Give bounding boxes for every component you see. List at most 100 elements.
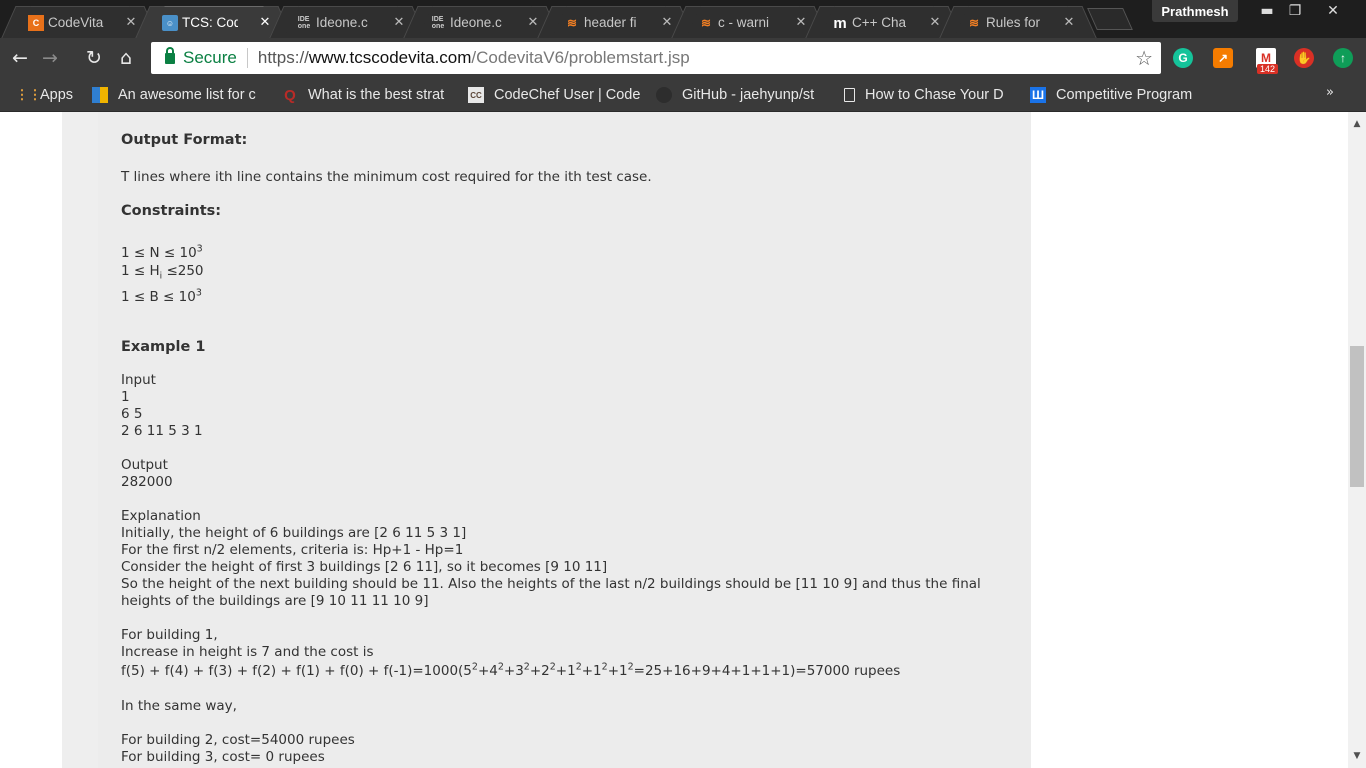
- address-bar[interactable]: Secure https:// www.tcscodevita.com /Cod…: [151, 42, 1161, 74]
- profile-button[interactable]: Prathmesh: [1152, 0, 1238, 22]
- bookmark-awesome-list[interactable]: An awesome list for c: [92, 85, 264, 105]
- formula-part: +1: [581, 663, 602, 679]
- input-label: Input: [121, 372, 156, 388]
- output-value: 282000: [121, 474, 173, 490]
- adblock-icon[interactable]: ✋: [1294, 48, 1314, 68]
- constraint-b: 1 ≤ B ≤ 103: [121, 287, 202, 306]
- bookmark-codechef[interactable]: CC CodeChef User | Code: [468, 85, 640, 105]
- bookmark-competitive-programming[interactable]: Ш Competitive Program: [1030, 85, 1202, 105]
- home-icon[interactable]: ⌂: [114, 46, 138, 70]
- reload-icon[interactable]: ↻: [82, 46, 106, 70]
- stackoverflow-icon: ≋: [566, 16, 578, 30]
- gmail-unread-badge: 142: [1257, 64, 1279, 74]
- explanation-label: Explanation: [121, 508, 201, 524]
- forward-icon[interactable]: →: [38, 46, 62, 70]
- tab-label: Ideone.c: [316, 15, 368, 30]
- medium-icon: m: [833, 14, 847, 32]
- input-line: 1: [121, 389, 130, 405]
- url-scheme: https://: [257, 48, 309, 67]
- bookmark-star-icon[interactable]: ☆: [1135, 46, 1153, 71]
- tab-ideone-2[interactable]: IDE one Ideone.c ✕: [418, 6, 546, 38]
- back-icon[interactable]: ←: [8, 46, 32, 70]
- stackoverflow-icon: ≋: [700, 16, 712, 30]
- browser-toolbar: ← → ↻ ⌂ Secure https:// www.tcscodevita.…: [0, 38, 1366, 79]
- formula-part: +4: [477, 663, 498, 679]
- page-viewport: Output Format: T lines where ith line co…: [0, 112, 1348, 768]
- tab-label: Rules for: [986, 15, 1041, 30]
- codevita-icon: C: [28, 15, 44, 31]
- input-line: 6 5: [121, 406, 143, 422]
- explanation-line: Initially, the height of 6 buildings are…: [121, 525, 467, 541]
- constraint-n-exponent: 3: [196, 243, 203, 255]
- scrollbar-thumb[interactable]: [1350, 346, 1364, 487]
- scroll-down-icon[interactable]: ▼: [1348, 748, 1366, 764]
- constraints-heading: Constraints:: [121, 203, 222, 219]
- page-scrollbar[interactable]: ▲ ▼: [1348, 112, 1366, 768]
- constraint-n: 1 ≤ N ≤ 103: [121, 243, 203, 262]
- bookmark-quora[interactable]: Q What is the best strat: [282, 85, 458, 105]
- u-icon: Ш: [1030, 87, 1046, 103]
- close-icon[interactable]: ✕: [258, 15, 272, 29]
- lock-icon: [165, 46, 175, 64]
- same-way-text: In the same way,: [121, 698, 237, 714]
- output-format-heading: Output Format:: [121, 132, 248, 148]
- url-path: /CodevitaV6/problemstart.jsp: [471, 48, 690, 67]
- omnibox-separator: [246, 48, 248, 68]
- bookmark-label: An awesome list for c: [118, 87, 256, 103]
- bookmark-label: CodeChef User | Code: [494, 87, 640, 103]
- close-icon[interactable]: ✕: [1062, 15, 1076, 29]
- apps-grid-icon: ⋮⋮⋮: [14, 87, 42, 102]
- building-1-formula: f(5) + f(4) + f(3) + f(2) + f(1) + f(0) …: [121, 662, 900, 680]
- new-tab-button[interactable]: [1087, 8, 1133, 30]
- building-1-increase: Increase in height is 7 and the cost is: [121, 644, 374, 660]
- analytics-extension-icon[interactable]: ↗: [1213, 48, 1233, 68]
- grammarly-icon[interactable]: G: [1173, 48, 1193, 68]
- tab-label: C++ Cha: [852, 15, 907, 30]
- tab-cpp-cheat[interactable]: m C++ Cha ✕: [820, 6, 948, 38]
- tab-ideone-1[interactable]: IDE one Ideone.c ✕: [284, 6, 412, 38]
- restore-icon[interactable]: ❐: [1280, 0, 1310, 22]
- tab-rules[interactable]: ≋ Rules for ✕: [954, 6, 1082, 38]
- constraint-h-text: 1 ≤ H: [121, 263, 160, 279]
- close-window-icon[interactable]: ✕: [1316, 0, 1350, 22]
- close-icon[interactable]: ✕: [124, 15, 138, 29]
- bookmarks-overflow-button[interactable]: »: [1326, 85, 1334, 100]
- tab-c-warning[interactable]: ≋ c - warni ✕: [686, 6, 814, 38]
- tab-codevita[interactable]: C CodeVita ✕: [16, 6, 144, 38]
- close-icon[interactable]: ✕: [660, 15, 674, 29]
- ideone-icon: IDE one: [297, 16, 311, 30]
- tab-label: Ideone.c: [450, 15, 502, 30]
- tab-label: c - warni: [718, 15, 770, 30]
- scroll-up-icon[interactable]: ▲: [1348, 116, 1366, 132]
- bookmark-apps[interactable]: ⋮⋮⋮ Apps: [14, 85, 84, 105]
- close-icon[interactable]: ✕: [526, 15, 540, 29]
- building-1-label: For building 1,: [121, 627, 218, 643]
- bookmark-github[interactable]: GitHub - jaehyunp/st: [656, 85, 828, 105]
- close-icon[interactable]: ✕: [794, 15, 808, 29]
- tab-label: CodeVita: [48, 15, 104, 30]
- constraint-b-exponent: 3: [195, 287, 202, 299]
- ideone-icon: IDE one: [431, 16, 445, 30]
- bookmark-label: Apps: [40, 87, 74, 103]
- chart-icon: [92, 87, 108, 103]
- bookmarks-bar: ⋮⋮⋮ Apps An awesome list for c Q What is…: [0, 79, 1366, 112]
- tab-header[interactable]: ≋ header fi ✕: [552, 6, 680, 38]
- clipped-previous-line: [371, 112, 851, 114]
- bookmark-label: Competitive Program: [1056, 87, 1193, 103]
- bookmark-chase-your-dream[interactable]: How to Chase Your D: [844, 85, 1014, 105]
- upload-extension-icon[interactable]: ↑: [1333, 48, 1353, 68]
- close-icon[interactable]: ✕: [392, 15, 406, 29]
- github-icon: [656, 87, 672, 103]
- formula-part: +2: [529, 663, 550, 679]
- close-icon[interactable]: ✕: [928, 15, 942, 29]
- tab-tcs[interactable]: ☺ TCS: Cod ✕: [150, 6, 278, 38]
- formula-part: +1: [607, 663, 628, 679]
- example-heading: Example 1: [121, 339, 206, 355]
- explanation-line: Consider the height of first 3 buildings…: [121, 559, 608, 575]
- minimize-icon[interactable]: ▬: [1252, 0, 1282, 22]
- constraint-h: 1 ≤ Hi ≤250: [121, 263, 204, 281]
- right-column: [1031, 112, 1284, 768]
- stackoverflow-icon: ≋: [968, 16, 980, 30]
- explanation-line: For the first n/2 elements, criteria is:…: [121, 542, 464, 558]
- constraint-n-text: 1 ≤ N ≤ 10: [121, 245, 197, 261]
